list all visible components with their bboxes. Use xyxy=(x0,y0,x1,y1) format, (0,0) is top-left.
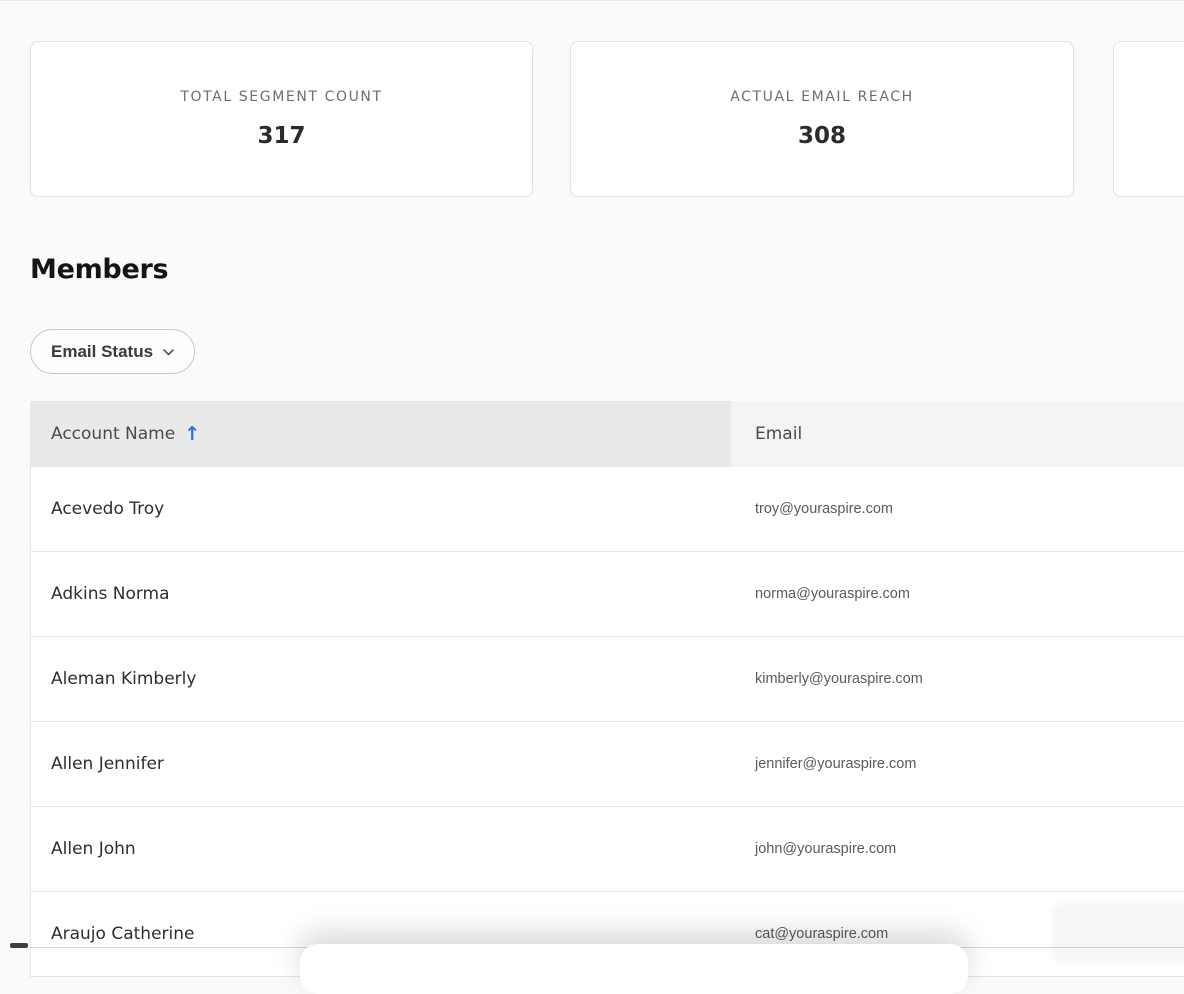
column-header-label: Account Name xyxy=(51,424,175,444)
email-cell: jennifer@youraspire.com xyxy=(731,756,1184,772)
email-status-filter-label: Email Status xyxy=(51,342,153,362)
bottom-left-element-edge xyxy=(10,943,28,948)
email-cell: cat@youraspire.com xyxy=(731,926,1184,942)
table-row[interactable]: Aleman Kimberly kimberly@youraspire.com xyxy=(31,637,1184,722)
stat-card-value: 308 xyxy=(798,123,846,149)
account-name-cell: Aleman Kimberly xyxy=(31,669,731,689)
column-header-label: Email xyxy=(755,424,802,444)
table-row[interactable]: Adkins Norma norma@youraspire.com xyxy=(31,552,1184,637)
stat-card-actual-email-reach: ACTUAL EMAIL REACH 308 xyxy=(570,41,1074,197)
members-table: Account Name ↑ Email Acevedo Troy troy@y… xyxy=(30,401,1184,977)
column-header-email[interactable]: Email xyxy=(731,401,1184,467)
account-name-cell: Allen Jennifer xyxy=(31,754,731,774)
table-row[interactable]: Allen John john@youraspire.com xyxy=(31,807,1184,892)
stat-card-clipped xyxy=(1113,41,1184,197)
account-name-cell: Allen John xyxy=(31,839,731,859)
table-row[interactable]: Acevedo Troy troy@youraspire.com xyxy=(31,467,1184,552)
account-name-cell: Araujo Catherine xyxy=(31,924,731,944)
email-cell: norma@youraspire.com xyxy=(731,586,1184,602)
email-cell: john@youraspire.com xyxy=(731,841,1184,857)
stat-card-label: ACTUAL EMAIL REACH xyxy=(730,89,914,105)
table-row[interactable]: Allen Jennifer jennifer@youraspire.com xyxy=(31,722,1184,807)
email-cell: kimberly@youraspire.com xyxy=(731,671,1184,687)
email-status-filter-button[interactable]: Email Status xyxy=(30,329,195,374)
stat-card-label: TOTAL SEGMENT COUNT xyxy=(180,89,382,105)
stat-card-value: 317 xyxy=(257,123,305,149)
table-row[interactable]: Araujo Catherine cat@youraspire.com xyxy=(31,892,1184,977)
page-title: Members xyxy=(30,254,168,285)
stat-card-total-segment-count: TOTAL SEGMENT COUNT 317 xyxy=(30,41,533,197)
arrow-up-icon: ↑ xyxy=(184,425,200,444)
column-header-account-name[interactable]: Account Name ↑ xyxy=(31,401,731,467)
chevron-down-icon xyxy=(163,349,174,356)
email-cell: troy@youraspire.com xyxy=(731,501,1184,517)
account-name-cell: Acevedo Troy xyxy=(31,499,731,519)
table-header-row: Account Name ↑ Email xyxy=(31,401,1184,467)
account-name-cell: Adkins Norma xyxy=(31,584,731,604)
top-divider xyxy=(0,0,1184,1)
